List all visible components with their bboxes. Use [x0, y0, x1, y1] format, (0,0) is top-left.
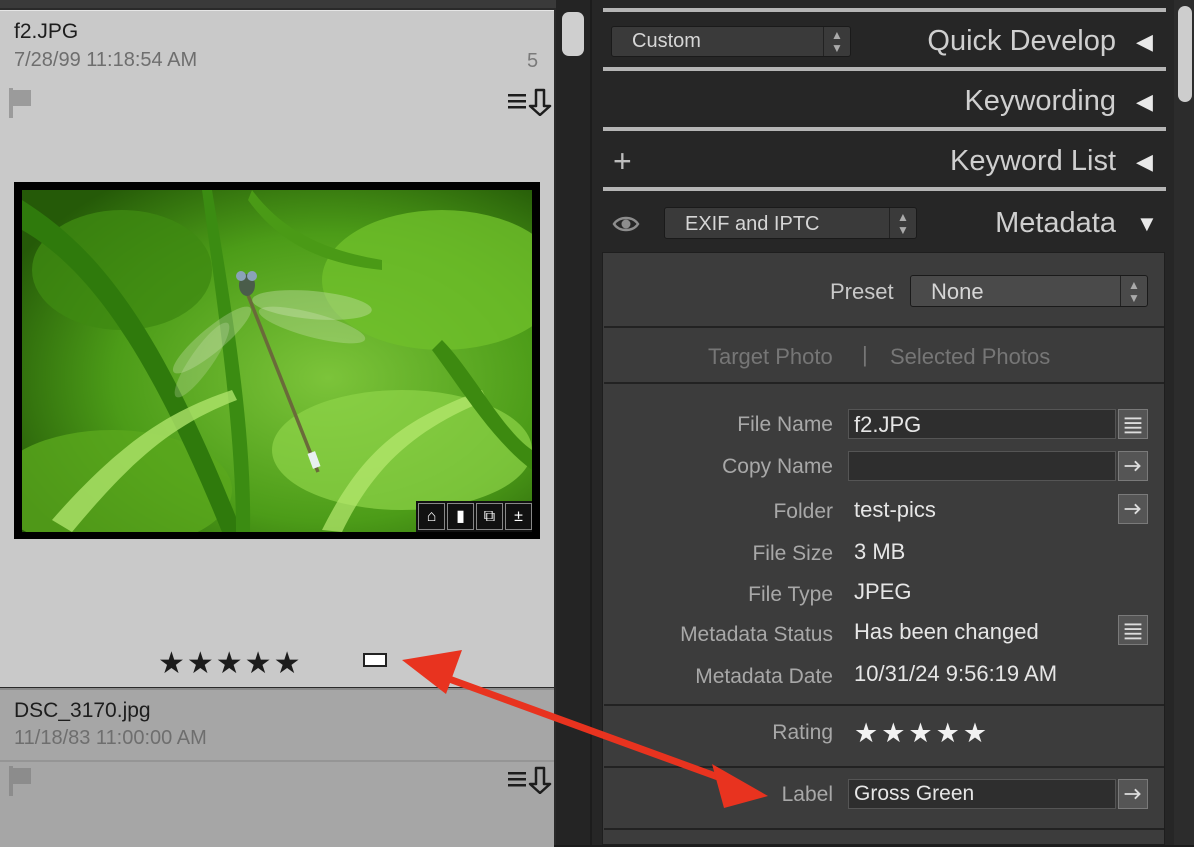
- section-divider: [604, 382, 1164, 384]
- panel-divider: [603, 187, 1166, 191]
- collapse-triangle-icon[interactable]: ◀: [1136, 149, 1153, 175]
- label-label: Label: [781, 783, 833, 806]
- develop-badge-icon[interactable]: ±: [505, 503, 532, 530]
- section-divider: [604, 766, 1164, 768]
- list-icon[interactable]: [1118, 615, 1148, 645]
- grid-top-edge: [0, 0, 556, 8]
- thumbnail-image[interactable]: [22, 190, 532, 532]
- dragonfly-photo: [22, 190, 532, 532]
- label-value: Gross Green: [854, 782, 975, 805]
- go-arrow-icon[interactable]: [1118, 779, 1148, 809]
- comment-badge-icon[interactable]: ▮: [447, 503, 474, 530]
- copy-badge-icon[interactable]: ⧉: [476, 503, 503, 530]
- copy-name-field[interactable]: [848, 451, 1116, 481]
- flag-icon[interactable]: [7, 88, 33, 118]
- panel-divider: [603, 127, 1166, 131]
- section-divider: [604, 326, 1164, 328]
- metadata-date-label: Metadata Date: [695, 665, 833, 688]
- add-keyword-icon[interactable]: +: [613, 143, 632, 180]
- metadata-date-value: 10/31/24 9:56:19 AM: [854, 661, 1058, 686]
- preset-label: Preset: [830, 279, 894, 304]
- list-icon[interactable]: [1118, 409, 1148, 439]
- quick-develop-preset-select[interactable]: Custom ▲ ▼: [611, 26, 851, 57]
- metadata-preset-select[interactable]: None ▲ ▼: [910, 275, 1148, 307]
- go-arrow-icon[interactable]: [1118, 494, 1148, 524]
- cell-capture-date: 7/28/99 11:18:54 AM: [14, 49, 198, 71]
- panel-divider: [603, 67, 1166, 71]
- tab-divider: |: [862, 342, 868, 367]
- file-name-value: f2.JPG: [854, 412, 922, 437]
- cell-index-number: 5: [527, 50, 539, 72]
- section-divider: [604, 704, 1164, 706]
- rating-label: Rating: [772, 721, 833, 744]
- panel-scrollbar[interactable]: [1174, 0, 1194, 845]
- sort-menu-icon[interactable]: [506, 766, 552, 794]
- grid-scrollbar[interactable]: [556, 0, 590, 845]
- panel-divider: [603, 8, 1166, 12]
- metadata-status-value: Has been changed: [854, 619, 1039, 644]
- select-arrows-icon: ▲ ▼: [823, 27, 850, 56]
- color-label-swatch[interactable]: [363, 653, 387, 667]
- cell-divider: [0, 760, 554, 762]
- quick-develop-preset-value: Custom: [632, 30, 701, 52]
- collapse-triangle-icon[interactable]: ◀: [1136, 89, 1153, 115]
- folder-value: test-pics: [854, 497, 936, 522]
- rating-stars[interactable]: ★★★★★: [854, 718, 990, 749]
- metadata-title[interactable]: Metadata: [860, 207, 1116, 240]
- keywording-title[interactable]: Keywording: [860, 85, 1116, 118]
- tab-selected-photos[interactable]: Selected Photos: [890, 344, 1050, 370]
- panel-scrollbar-thumb[interactable]: [1178, 6, 1192, 102]
- cell-filename: f2.JPG: [14, 20, 79, 43]
- select-arrows-icon: ▲ ▼: [1120, 276, 1147, 306]
- sort-menu-icon[interactable]: [506, 88, 552, 116]
- cell-capture-date: 11/18/83 11:00:00 AM: [14, 727, 207, 749]
- go-arrow-icon[interactable]: [1118, 451, 1148, 481]
- copy-name-label: Copy Name: [722, 455, 833, 478]
- folder-label: Folder: [773, 500, 833, 523]
- file-type-label: File Type: [748, 583, 833, 606]
- cell-filename: DSC_3170.jpg: [14, 699, 151, 722]
- grid-view: f2.JPG 7/28/99 11:18:54 AM 5 ⌂ ▮ ⧉ ± ★★★…: [0, 0, 590, 847]
- eye-icon[interactable]: [612, 212, 640, 236]
- keyword-list-title[interactable]: Keyword List: [860, 145, 1116, 178]
- metadata-status-label: Metadata Status: [680, 623, 833, 646]
- quick-develop-title[interactable]: Quick Develop: [860, 25, 1116, 58]
- cell-star-rating[interactable]: ★★★★★: [158, 646, 302, 681]
- thumbnail-badges: ⌂ ▮ ⧉ ±: [416, 501, 532, 532]
- tab-target-photo[interactable]: Target Photo: [708, 344, 833, 370]
- collapse-triangle-icon[interactable]: ◀: [1136, 29, 1153, 55]
- file-size-label: File Size: [752, 542, 833, 565]
- file-type-value: JPEG: [854, 579, 912, 604]
- keyword-badge-icon[interactable]: ⌂: [418, 503, 445, 530]
- expand-triangle-icon[interactable]: ▼: [1136, 211, 1158, 237]
- metadata-view-value: EXIF and IPTC: [685, 213, 820, 235]
- file-name-label: File Name: [737, 413, 833, 436]
- grid-scrollbar-thumb[interactable]: [562, 12, 584, 56]
- file-size-value: 3 MB: [854, 539, 906, 564]
- metadata-preset-value: None: [931, 279, 984, 304]
- section-divider: [604, 828, 1164, 830]
- flag-icon[interactable]: [7, 766, 33, 796]
